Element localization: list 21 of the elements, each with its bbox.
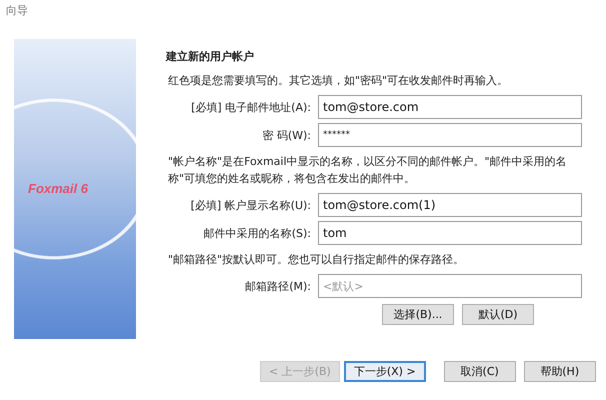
input-field[interactable]: tom@store.com: [318, 95, 582, 119]
field-label: 邮箱路径(M):: [244, 278, 311, 294]
button[interactable]: 下一步(X) >: [344, 361, 426, 382]
instruction-text: "邮箱路径"按默认即可。您也可以自行指定邮件的保存路径。: [168, 252, 466, 268]
input-field[interactable]: ******: [318, 123, 582, 147]
field-label: [必填] 帐户显示名称(U):: [190, 198, 311, 212]
instruction-text: 红色项是您需要填写的。其它选填，如"密码"可在收发邮件时再输入。: [168, 73, 510, 89]
instruction-text: "帐户名称"是在Foxmail中显示的名称，以区分不同的邮件帐户。"邮件中采用的名称"可填您的姓名或昵称，将包含在发出的邮件中。: [168, 154, 568, 187]
input-field[interactable]: tom@store.com(1): [318, 193, 582, 217]
button[interactable]: 选择(B)...: [382, 304, 454, 325]
field-label: [必填] 电子邮件地址(A):: [190, 100, 311, 114]
logo-text: Foxmail 6: [28, 181, 88, 196]
field-label: 密 码(W):: [261, 128, 311, 142]
field-label: 邮件中采用的名称(S):: [202, 226, 311, 240]
input-field[interactable]: tom: [318, 221, 582, 245]
button[interactable]: 取消(C): [444, 361, 516, 382]
section-heading: 建立新的用户帐户: [166, 49, 255, 64]
input-field[interactable]: <默认>: [318, 274, 582, 298]
button[interactable]: 帮助(H): [524, 361, 596, 382]
window-title: 向导: [5, 3, 29, 19]
button[interactable]: 默认(D): [462, 304, 534, 325]
